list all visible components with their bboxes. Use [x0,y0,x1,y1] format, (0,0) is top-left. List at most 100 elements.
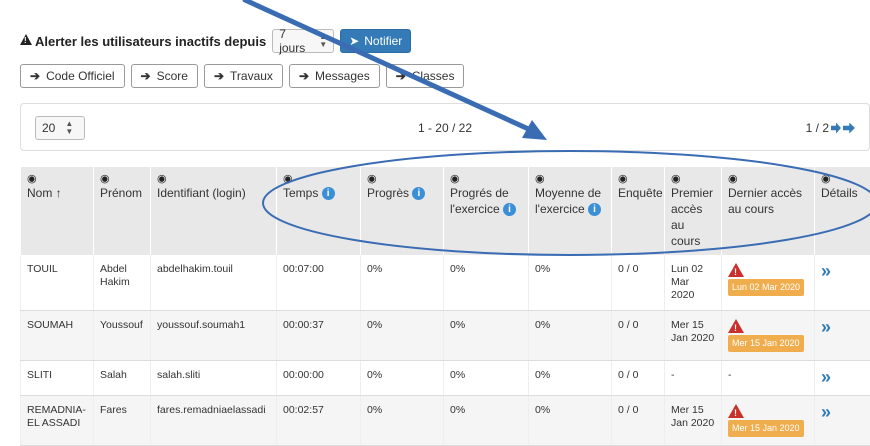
cell-progres-exercice: 0% [444,361,529,396]
cell-prenom: Abdel Hakim [94,255,151,311]
cell-progres-exercice: 0% [444,396,529,446]
warning-icon [728,319,744,333]
cell-progres-exercice: 0% [444,311,529,361]
cell-details: » [815,255,870,311]
select-arrows-icon: ▲▼ [319,33,327,49]
col-details[interactable]: ◉Détails [815,167,870,255]
eye-icon[interactable]: ◉ [728,173,808,185]
cell-details: » [815,311,870,361]
col-moyenne-exercice[interactable]: ◉Moyenne de l'exercice i [529,167,612,255]
details-chevron-icon[interactable]: » [821,317,831,337]
arrow-right-icon: ➔ [141,69,151,83]
users-table: ◉Nom ↑ ◉Prénom ◉Identifiant (login) ◉Tem… [20,167,870,446]
inactive-alert-row: Alerter les utilisateurs inactifs depuis… [20,28,411,54]
details-chevron-icon[interactable]: » [821,261,831,281]
eye-icon[interactable]: ◉ [821,173,865,185]
cell-progres-exercice: 0% [444,255,529,311]
cell-enquete: 0 / 0 [612,255,665,311]
classes-button[interactable]: ➔Classes [386,64,465,88]
cell-nom: TOUIL [21,255,94,311]
table-row: SOUMAH Youssouf youssouf.soumah1 00:00:3… [21,311,870,361]
cell-dernier-acces: - [722,361,815,396]
cell-dernier-acces: Lun 02 Mar 2020 [722,255,815,311]
notify-button[interactable]: ➤ Notifier [340,29,411,53]
col-prenom[interactable]: ◉Prénom [94,167,151,255]
eye-icon[interactable]: ◉ [100,173,144,185]
cell-temps: 00:07:00 [277,255,361,311]
cell-details: » [815,396,870,446]
last-page-icon[interactable] [843,123,857,134]
cell-temps: 00:00:00 [277,361,361,396]
arrow-right-icon: ➔ [299,69,309,83]
cell-moyenne: 0% [529,361,612,396]
cell-premier-acces: - [665,361,722,396]
col-temps[interactable]: ◉Temps i [277,167,361,255]
details-chevron-icon[interactable]: » [821,367,831,387]
last-access-badge: Mer 15 Jan 2020 [728,335,804,352]
arrow-right-icon: ➔ [214,69,224,83]
pagination-page: 1 / 2 [806,121,857,135]
eye-icon[interactable]: ◉ [671,173,715,185]
warning-icon [20,34,32,45]
col-enquete[interactable]: ◉Enquête [612,167,665,255]
cell-prenom: Fares [94,396,151,446]
last-access-badge: Lun 02 Mar 2020 [728,279,804,296]
export-buttons: ➔Code Officiel ➔Score ➔Travaux ➔Messages… [20,64,464,88]
table-row: REMADNIA-EL ASSADI Fares fares.remadniae… [21,396,870,446]
cell-enquete: 0 / 0 [612,311,665,361]
notify-button-label: Notifier [364,34,402,48]
details-chevron-icon[interactable]: » [821,402,831,422]
cell-temps: 00:00:37 [277,311,361,361]
eye-icon[interactable]: ◉ [283,173,354,185]
col-progres-exercice[interactable]: ◉Progrés de l'exercice i [444,167,529,255]
cell-enquete: 0 / 0 [612,361,665,396]
cell-details: » [815,361,870,396]
cell-progres: 0% [361,361,444,396]
pagination-range: 1 - 20 / 22 [21,121,869,135]
col-progres[interactable]: ◉Progrès i [361,167,444,255]
cell-dernier-acces: Mer 15 Jan 2020 [722,396,815,446]
cell-enquete: 0 / 0 [612,396,665,446]
code-officiel-button[interactable]: ➔Code Officiel [20,64,125,88]
table-header-row: ◉Nom ↑ ◉Prénom ◉Identifiant (login) ◉Tem… [21,167,870,255]
cell-login: youssouf.soumah1 [151,311,277,361]
cell-moyenne: 0% [529,255,612,311]
eye-icon[interactable]: ◉ [367,173,437,185]
eye-icon[interactable]: ◉ [27,173,87,185]
cell-login: fares.remadniaelassadi [151,396,277,446]
score-button[interactable]: ➔Score [131,64,198,88]
col-nom[interactable]: ◉Nom ↑ [21,167,94,255]
table-row: TOUIL Abdel Hakim abdelhakim.touil 00:07… [21,255,870,311]
cell-progres: 0% [361,396,444,446]
send-icon: ➤ [349,34,359,48]
cell-dernier-acces: Mer 15 Jan 2020 [722,311,815,361]
cell-prenom: Youssouf [94,311,151,361]
info-icon[interactable]: i [503,203,516,216]
pagination-bar: 20 ▲▼ 1 - 20 / 22 1 / 2 [20,103,870,151]
travaux-button[interactable]: ➔Travaux [204,64,283,88]
cell-nom: SOUMAH [21,311,94,361]
inactive-days-value: 7 jours [279,27,309,55]
warning-icon [728,404,744,418]
eye-icon[interactable]: ◉ [450,173,522,185]
cell-login: salah.sliti [151,361,277,396]
col-login[interactable]: ◉Identifiant (login) [151,167,277,255]
inactive-days-select[interactable]: 7 jours ▲▼ [272,29,334,53]
table-row: SLITI Salah salah.sliti 00:00:00 0% 0% 0… [21,361,870,396]
cell-temps: 00:02:57 [277,396,361,446]
cell-nom: SLITI [21,361,94,396]
next-page-icon[interactable] [831,123,841,134]
messages-button[interactable]: ➔Messages [289,64,380,88]
info-icon[interactable]: i [588,203,601,216]
eye-icon[interactable]: ◉ [157,173,270,185]
page-indicator: 1 / 2 [806,121,829,135]
cell-progres: 0% [361,255,444,311]
eye-icon[interactable]: ◉ [535,173,605,185]
info-icon[interactable]: i [412,187,425,200]
eye-icon[interactable]: ◉ [618,173,658,185]
col-premier-acces[interactable]: ◉Premier accès au cours [665,167,722,255]
cell-prenom: Salah [94,361,151,396]
info-icon[interactable]: i [322,187,335,200]
cell-nom: REMADNIA-EL ASSADI [21,396,94,446]
col-dernier-acces[interactable]: ◉Dernier accès au cours [722,167,815,255]
